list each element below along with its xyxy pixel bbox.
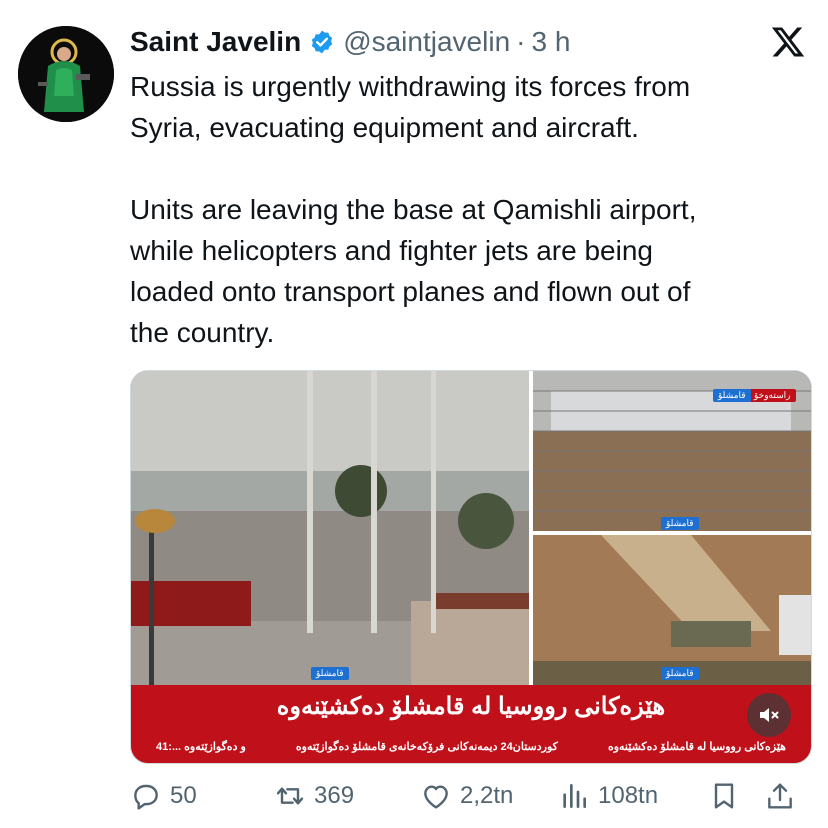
repost-count: 369	[314, 782, 355, 809]
like-count: 2,2tn	[460, 782, 514, 809]
bookmark-button[interactable]	[708, 780, 764, 812]
repost-icon	[276, 787, 304, 805]
author-name[interactable]: Saint Javelin	[130, 26, 301, 58]
reply-button[interactable]: 50	[130, 780, 274, 812]
tweet-header: Saint Javelin @saintjavelin · 3 h	[130, 22, 570, 62]
post-time[interactable]: 3 h	[531, 26, 570, 58]
location-tag-left: قامشلۆ	[311, 667, 349, 680]
media-video-frame	[131, 371, 811, 685]
avatar[interactable]	[18, 26, 114, 122]
tweet-text: Russia is urgently withdrawing its force…	[130, 66, 810, 353]
mute-icon[interactable]	[747, 693, 791, 737]
tweet-paragraph-1: Russia is urgently withdrawing its force…	[130, 71, 691, 143]
share-icon	[768, 783, 792, 809]
live-tag: راستەوخۆ	[749, 389, 796, 402]
tweet-paragraph-2: Units are leaving the base at Qamishli a…	[130, 194, 697, 348]
location-tag-mid: قامشلۆ	[661, 517, 699, 530]
tweet-media[interactable]: قامشلۆ راستەوخۆ قامشلۆ قامشلۆ قامشلۆ هێز…	[130, 370, 812, 764]
ticker-item: کوردستان24 دیمەنەکانی فرۆکەخانەی قامشلۆ …	[295, 741, 558, 753]
action-bar: 50 369 2,2tn 108tn	[130, 776, 810, 816]
separator: ·	[516, 26, 526, 57]
bookmark-icon	[714, 783, 734, 809]
views-count: 108tn	[598, 782, 659, 809]
ticker-item: و دەگوازێتەوە ...:41	[156, 741, 246, 753]
news-banner: هێزەکانی رووسیا لە قامشلۆ دەکشێنەوە هێزە…	[131, 685, 811, 763]
author-handle[interactable]: @saintjavelin	[343, 26, 510, 58]
views-icon	[563, 784, 586, 808]
like-icon	[424, 785, 448, 809]
avatar-image	[18, 26, 114, 122]
repost-button[interactable]: 369	[274, 780, 420, 812]
reply-icon	[134, 784, 158, 810]
like-button[interactable]: 2,2tn	[420, 780, 558, 812]
reply-count: 50	[170, 782, 197, 809]
ticker-item: هێزەکانی رووسیا لە قامشلۆ دەکشێنەوە	[607, 741, 786, 753]
news-ticker: هێزەکانی رووسیا لە قامشلۆ دەکشێنەوە کورد…	[131, 735, 811, 759]
x-logo-icon[interactable]	[770, 24, 806, 60]
location-tag-top: قامشلۆ	[713, 389, 751, 402]
views-button[interactable]: 108tn	[558, 780, 708, 812]
location-tag-bottom: قامشلۆ	[661, 667, 699, 680]
verified-badge-icon	[309, 29, 335, 55]
share-button[interactable]	[764, 780, 804, 812]
banner-headline: هێزەکانی رووسیا لە قامشلۆ دەکشێنەوە	[276, 693, 666, 720]
